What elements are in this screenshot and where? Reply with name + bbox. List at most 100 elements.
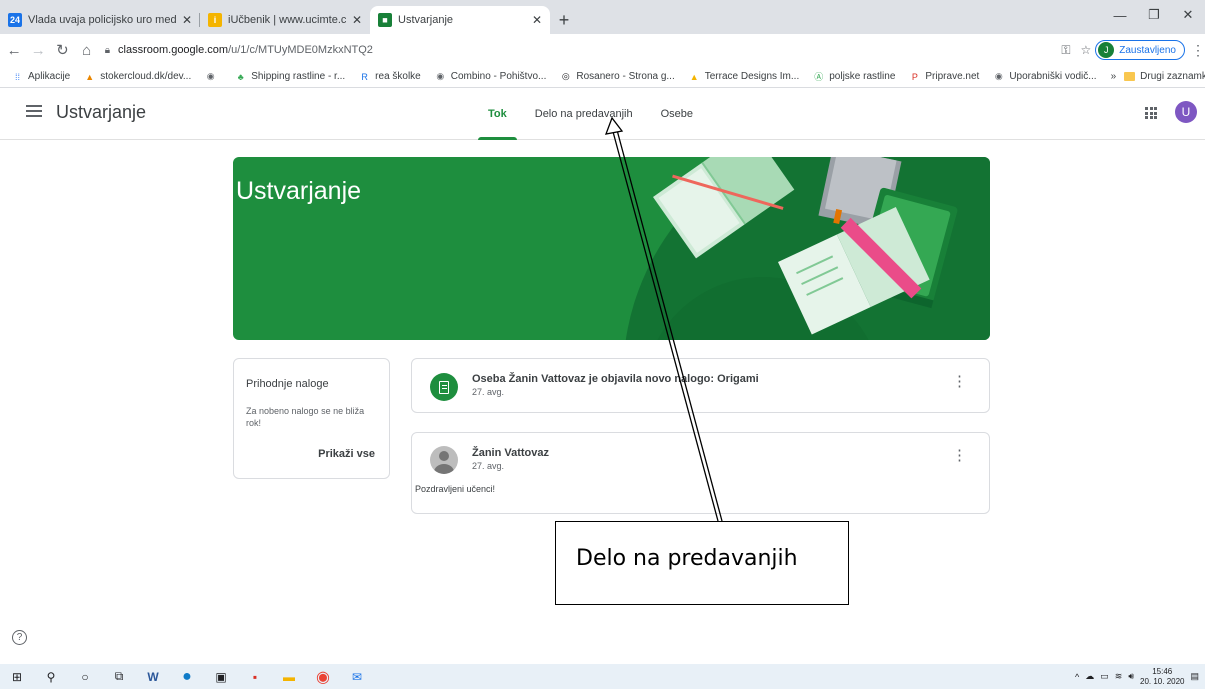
annotation-text: Delo na predavanjih: [576, 546, 798, 571]
bookmark-other-folder[interactable]: Drugi zaznamki: [1124, 71, 1205, 82]
close-tab-icon[interactable]: ✕: [352, 13, 362, 27]
bookmark-terrace[interactable]: ▲ Terrace Designs Im...: [689, 71, 799, 82]
cortana-icon[interactable]: ○: [68, 664, 102, 689]
browser-toolbar: ← → ↻ ⌂ 🔒︎ classroom.google.com/u/1/c/MT…: [0, 34, 1205, 66]
tray-chevron-icon[interactable]: ^: [1075, 672, 1079, 682]
wifi-icon[interactable]: ≋: [1115, 671, 1123, 682]
tab-people[interactable]: Osebe: [651, 88, 703, 140]
class-title[interactable]: Ustvarjanje: [56, 102, 146, 123]
windows-taskbar: ⊞ ⚲ ○ ⧉ W ● ▣ ▪ ▬ ◉ ✉ ^ ☁ ▭ ≋ 🔊︎ 15:46 2…: [0, 664, 1205, 689]
class-tabs: Tok Delo na predavanjih Osebe: [478, 88, 711, 140]
browser-tab-title: Ustvarjanje: [398, 14, 454, 26]
home-icon[interactable]: ⌂: [77, 42, 97, 59]
url-path: /u/1/c/MTUyMDE0MzkxNTQ2: [228, 44, 373, 56]
word-icon[interactable]: W: [136, 664, 170, 689]
forward-arrow-icon[interactable]: →: [28, 42, 48, 59]
chrome-icon[interactable]: ◉: [306, 664, 340, 689]
r-logo-icon: R: [361, 71, 368, 82]
lock-icon[interactable]: 🔒︎: [105, 45, 110, 56]
star-icon[interactable]: ☆: [1081, 43, 1092, 57]
bookmark-uporabniski[interactable]: ◉ Uporabniški vodič...: [993, 71, 1097, 82]
close-window-icon[interactable]: ✕: [1171, 0, 1205, 30]
post-heading: Oseba Žanin Vattovaz je objavila novo na…: [472, 373, 759, 385]
flame-icon: ▲: [85, 71, 95, 82]
close-tab-icon[interactable]: ✕: [532, 13, 542, 27]
upcoming-title: Prihodnje naloge: [246, 378, 329, 390]
bookmark-stokercloud[interactable]: ▲ stokercloud.dk/dev...: [84, 71, 191, 82]
google-apps-icon[interactable]: [1145, 107, 1157, 119]
ucbenik-favicon-icon: i: [208, 13, 222, 27]
url-host: classroom.google.com: [118, 44, 229, 56]
post-body: Pozdravljeni učenci!: [415, 484, 496, 494]
post-date: 27. avg.: [472, 387, 505, 397]
profile-button[interactable]: J Zaustavljeno: [1095, 40, 1185, 60]
restore-icon[interactable]: ❐: [1137, 0, 1171, 30]
chrome-menu-icon[interactable]: ⋮: [1191, 42, 1205, 59]
pin-icon: P: [911, 71, 918, 82]
help-icon[interactable]: ?: [12, 630, 27, 645]
close-tab-icon[interactable]: ✕: [182, 13, 192, 27]
profile-label: Zaustavljeno: [1119, 44, 1176, 56]
a-logo-icon: Ⓐ: [814, 72, 824, 82]
key-icon[interactable]: ⚿: [1061, 43, 1070, 58]
mail-icon[interactable]: ✉: [340, 664, 374, 689]
classroom-favicon-icon: ■: [378, 13, 392, 27]
bookmark-rosanero[interactable]: ◎ Rosanero - Strona g...: [560, 71, 675, 82]
banner-title[interactable]: Ustvarjanje: [236, 177, 361, 206]
browser-tab-1[interactable]: 24 Vlada uvaja policijsko uro med 2 ✕: [0, 6, 200, 34]
assignment-icon: [430, 373, 458, 401]
bookmark-globe[interactable]: ◉: [205, 71, 221, 82]
browser-tab-title: iUčbenik | www.ucimte.com: [228, 14, 346, 26]
bookmark-combino[interactable]: ◉ Combino - Pohištvo...: [435, 71, 546, 82]
browser-tab-strip: 24 Vlada uvaja policijsko uro med 2 ✕ i …: [0, 0, 1205, 34]
reload-icon[interactable]: ↻: [52, 41, 72, 59]
upcoming-card: Prihodnje naloge Za nobeno nalogo se ne …: [233, 358, 390, 479]
stream-post-assignment[interactable]: Oseba Žanin Vattovaz je objavila novo na…: [411, 358, 990, 413]
user-avatar[interactable]: U: [1175, 101, 1197, 123]
bookmarks-more-icon[interactable]: »: [1111, 71, 1117, 82]
search-icon[interactable]: ⚲: [34, 664, 68, 689]
view-all-link[interactable]: Prikaži vse: [318, 448, 375, 460]
bookmarks-bar: ⁞⁞ Aplikacije ▲ stokercloud.dk/dev... ◉ ♣ S…: [0, 66, 1205, 88]
author-avatar: [430, 446, 458, 474]
browser-tab-3-active[interactable]: ■ Ustvarjanje ✕: [370, 6, 550, 34]
minimize-icon[interactable]: —: [1103, 0, 1137, 30]
main-menu-icon[interactable]: [26, 105, 42, 117]
stream-post-announcement[interactable]: Žanin Vattovaz 27. avg. ⋮ Pozdravljeni u…: [411, 432, 990, 514]
more-options-icon[interactable]: ⋮: [952, 374, 967, 389]
more-options-icon[interactable]: ⋮: [952, 448, 967, 463]
folder-icon: [1124, 72, 1136, 81]
notifications-icon[interactable]: ▤: [1190, 671, 1199, 682]
edge-icon[interactable]: ●: [170, 664, 204, 689]
new-tab-button[interactable]: +: [550, 6, 578, 34]
store-icon[interactable]: ▣: [204, 664, 238, 689]
bookmark-rea-skolke[interactable]: Rrea školke: [359, 71, 420, 82]
bookmark-poljske[interactable]: Ⓐpoljske rastline: [813, 71, 895, 82]
clock[interactable]: 15:46 20. 10. 2020: [1140, 667, 1184, 687]
onedrive-icon[interactable]: ☁: [1085, 671, 1094, 682]
globe-icon: ◉: [436, 71, 445, 81]
tab-classwork[interactable]: Delo na predavanjih: [525, 88, 643, 140]
back-arrow-icon[interactable]: ←: [4, 42, 24, 59]
system-tray: ^ ☁ ▭ ≋ 🔊︎ 15:46 20. 10. 2020 ▤: [1075, 667, 1205, 687]
task-view-icon[interactable]: ⧉: [102, 664, 136, 689]
globe-icon: ◉: [994, 71, 1003, 81]
browser-tab-2[interactable]: i iUčbenik | www.ucimte.com ✕: [200, 6, 370, 34]
tab-stream[interactable]: Tok: [478, 88, 517, 140]
globe-icon: ◉: [206, 71, 215, 81]
post-date: 27. avg.: [472, 461, 505, 471]
bookmark-priprave[interactable]: P Priprave.net: [909, 71, 979, 82]
app-red-icon[interactable]: ▪: [238, 664, 272, 689]
bookmark-shipping[interactable]: ♣ Shipping rastline - r...: [235, 71, 345, 82]
upcoming-text: Za nobeno nalogo se ne bliža rok!: [246, 406, 365, 428]
volume-icon[interactable]: 🔊︎: [1128, 671, 1134, 682]
address-bar[interactable]: 🔒︎ classroom.google.com/u/1/c/MTUyMDE0Mz…: [105, 38, 1096, 62]
news-favicon-icon: 24: [8, 13, 22, 27]
file-explorer-icon[interactable]: ▬: [272, 664, 306, 689]
bookmark-apps[interactable]: ⁞⁞ Aplikacije: [12, 71, 70, 82]
profile-avatar: J: [1098, 42, 1115, 58]
battery-icon[interactable]: ▭: [1100, 671, 1109, 682]
browser-tab-title: Vlada uvaja policijsko uro med 2: [28, 14, 176, 26]
annotation-callout: Delo na predavanjih: [555, 521, 849, 605]
windows-start-icon[interactable]: ⊞: [0, 664, 34, 689]
